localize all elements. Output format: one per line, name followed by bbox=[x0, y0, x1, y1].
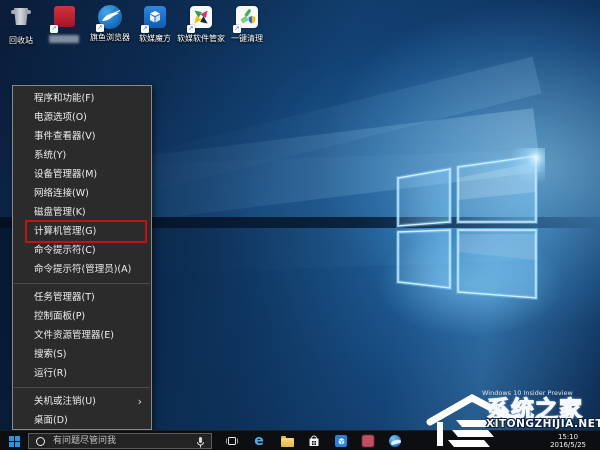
edge-icon: e bbox=[254, 431, 264, 450]
file-explorer-button[interactable] bbox=[277, 431, 297, 450]
menu-separator bbox=[14, 387, 150, 388]
menu-item-network-connections[interactable]: 网络连接(W) bbox=[13, 184, 151, 203]
shortcut-arrow-icon: ↗ bbox=[96, 24, 104, 32]
icon-label: 一键清理 bbox=[221, 34, 273, 43]
cortana-icon bbox=[36, 437, 45, 446]
sailfish-browser-icon: ↗ bbox=[97, 5, 123, 31]
task-view-button[interactable] bbox=[222, 431, 242, 450]
menu-item-command-prompt-admin[interactable]: 命令提示符(管理员)(A) bbox=[13, 260, 151, 279]
menu-item-disk-management[interactable]: 磁盘管理(K) bbox=[13, 203, 151, 222]
task-view-icon bbox=[225, 435, 239, 447]
search-placeholder: 有问题尽管问我 bbox=[53, 434, 116, 448]
cleaner-broom-icon: ↗ bbox=[234, 6, 260, 32]
red-app-icon: ↗ bbox=[51, 6, 77, 32]
icon-label: 软媒软件管家 bbox=[175, 34, 227, 43]
icon-label: 软媒魔方 bbox=[129, 34, 181, 43]
sailfish-browser-button[interactable] bbox=[385, 431, 405, 450]
shortcut-arrow-icon: ↗ bbox=[233, 25, 241, 33]
chevron-right-icon: › bbox=[138, 392, 142, 411]
menu-item-command-prompt[interactable]: 命令提示符(C) bbox=[13, 241, 151, 260]
desktop-icon-ruanmei-manager[interactable]: ↗ 软媒软件管家 bbox=[175, 4, 227, 43]
windows-logo-graphic bbox=[385, 148, 545, 300]
desktop-icon-red-app[interactable]: ↗ bbox=[38, 4, 90, 43]
start-button[interactable] bbox=[0, 431, 28, 450]
taskbar: 有问题尽管问我 e bbox=[0, 430, 600, 450]
folder-icon bbox=[281, 438, 294, 447]
red-app-button[interactable] bbox=[358, 431, 378, 450]
taskbar-clock[interactable]: 15:10 2016/5/25 bbox=[550, 433, 586, 449]
menu-separator bbox=[14, 283, 150, 284]
globe-icon bbox=[389, 435, 401, 447]
windows-start-icon bbox=[9, 436, 20, 447]
search-input[interactable]: 有问题尽管问我 bbox=[28, 433, 212, 449]
desktop-icon-ruanmei-mofang[interactable]: ↗ 软媒魔方 bbox=[129, 4, 181, 43]
menu-item-control-panel[interactable]: 控制面板(P) bbox=[13, 307, 151, 326]
menu-item-programs-and-features[interactable]: 程序和功能(F) bbox=[13, 89, 151, 108]
shortcut-arrow-icon: ↗ bbox=[141, 25, 149, 33]
recycle-bin-icon bbox=[8, 8, 34, 34]
menu-item-computer-management[interactable]: 计算机管理(G) bbox=[13, 222, 151, 241]
microphone-icon[interactable] bbox=[196, 436, 205, 449]
cube-icon bbox=[335, 435, 347, 447]
clock-time: 15:10 bbox=[550, 433, 586, 441]
menu-item-label: 关机或注销(U) bbox=[34, 396, 96, 407]
red-app-icon bbox=[362, 435, 374, 447]
blurred-icon-label bbox=[49, 35, 79, 43]
shortcut-arrow-icon: ↗ bbox=[50, 25, 58, 33]
menu-item-event-viewer[interactable]: 事件查看器(V) bbox=[13, 127, 151, 146]
menu-item-system[interactable]: 系统(Y) bbox=[13, 146, 151, 165]
mofang-app-button[interactable] bbox=[331, 431, 351, 450]
edge-browser-button[interactable]: e bbox=[249, 431, 269, 450]
menu-item-task-manager[interactable]: 任务管理器(T) bbox=[13, 288, 151, 307]
menu-item-run[interactable]: 运行(R) bbox=[13, 364, 151, 383]
menu-item-search[interactable]: 搜索(S) bbox=[13, 345, 151, 364]
menu-item-device-manager[interactable]: 设备管理器(M) bbox=[13, 165, 151, 184]
windows-insider-watermark: Windows 10 Insider Preview bbox=[482, 389, 573, 397]
store-bag-icon bbox=[308, 435, 320, 447]
pinwheel-icon: ↗ bbox=[188, 6, 214, 32]
menu-item-power-options[interactable]: 电源选项(O) bbox=[13, 108, 151, 127]
menu-item-label: 计算机管理(G) bbox=[34, 226, 96, 237]
menu-item-desktop[interactable]: 桌面(D) bbox=[13, 411, 151, 430]
desktop-icon-one-click-clean[interactable]: ↗ 一键清理 bbox=[221, 4, 273, 43]
mofang-cube-icon: ↗ bbox=[142, 6, 168, 32]
winx-context-menu: 程序和功能(F) 电源选项(O) 事件查看器(V) 系统(Y) 设备管理器(M)… bbox=[12, 85, 152, 430]
shortcut-arrow-icon: ↗ bbox=[187, 25, 195, 33]
clock-date: 2016/5/25 bbox=[550, 441, 586, 449]
menu-item-shutdown-or-signout[interactable]: 关机或注销(U) › bbox=[13, 392, 151, 411]
store-button[interactable] bbox=[304, 431, 324, 450]
menu-item-file-explorer[interactable]: 文件资源管理器(E) bbox=[13, 326, 151, 345]
